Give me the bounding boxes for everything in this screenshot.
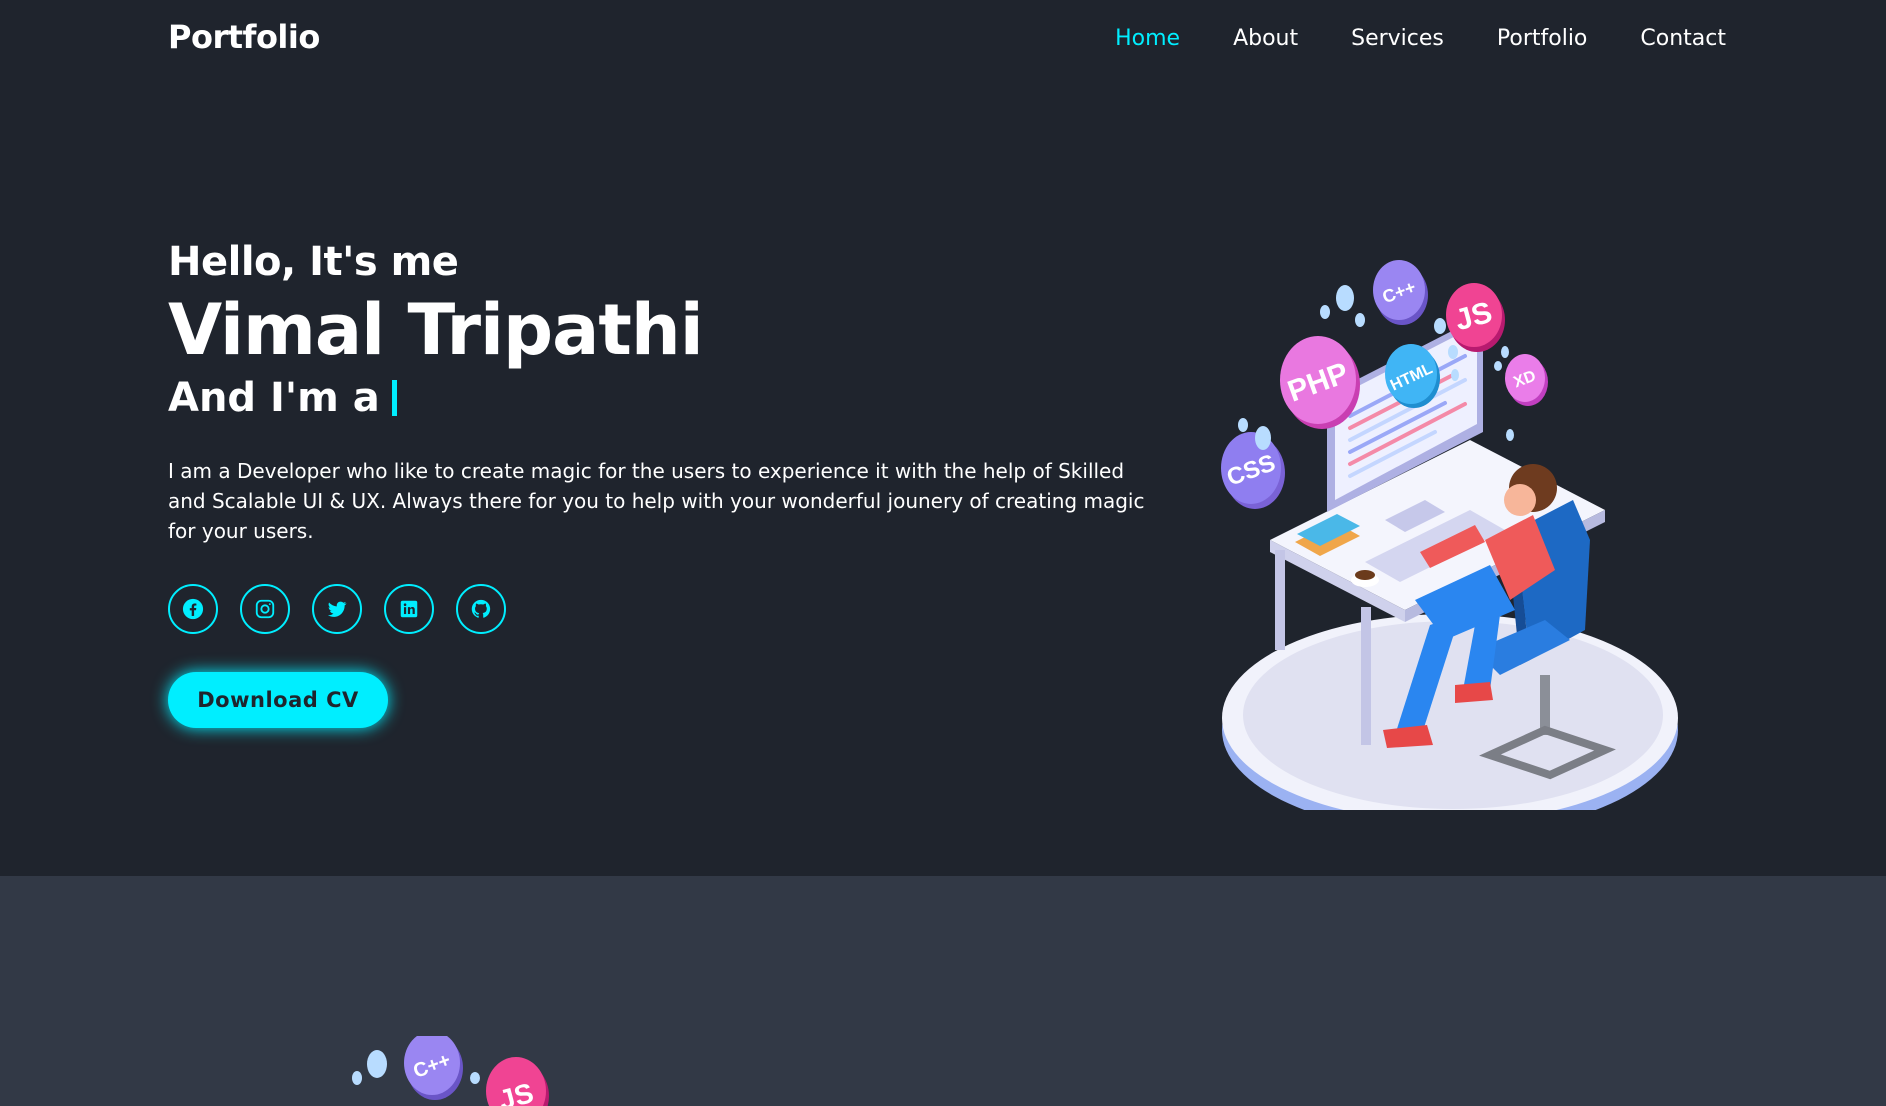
nav-contact[interactable]: Contact: [1640, 26, 1726, 52]
nav-about[interactable]: About: [1233, 26, 1298, 52]
hero-section: Hello, It's me Vimal Tripathi And I'm a …: [0, 80, 1886, 876]
site-header: Portfolio Home About Services Portfolio …: [0, 0, 1886, 80]
hero-role: And I'm a: [168, 372, 1158, 424]
nav-home[interactable]: Home: [1115, 26, 1180, 52]
github-link[interactable]: [456, 584, 506, 634]
developer-illustration: CSS PHP HTML C++ JS XD: [1221, 260, 1678, 810]
instagram-icon: [255, 599, 275, 619]
nav-services[interactable]: Services: [1351, 26, 1444, 52]
about-section: C++ JS: [0, 876, 1886, 1106]
hero-greeting: Hello, It's me: [168, 239, 459, 285]
hero-content: Hello, It's me Vimal Tripathi And I'm a …: [168, 238, 1158, 728]
download-cv-button[interactable]: Download CV: [168, 672, 388, 728]
main-nav: Home About Services Portfolio Contact: [1062, 26, 1726, 52]
linkedin-link[interactable]: [384, 584, 434, 634]
about-illustration: C++ JS: [352, 1036, 549, 1106]
twitter-icon: [327, 601, 347, 617]
nav-portfolio[interactable]: Portfolio: [1497, 26, 1588, 52]
twitter-link[interactable]: [312, 584, 362, 634]
github-icon: [471, 599, 491, 618]
hero-role-prefix: And I'm a: [168, 375, 380, 421]
social-links: [168, 584, 1158, 634]
hero-name: Vimal Tripathi: [168, 289, 704, 371]
logo[interactable]: Portfolio: [168, 18, 320, 56]
hero-description: I am a Developer who like to create magi…: [168, 459, 1145, 543]
facebook-link[interactable]: [168, 584, 218, 634]
instagram-link[interactable]: [240, 584, 290, 634]
typing-cursor: [391, 380, 397, 416]
linkedin-icon: [400, 600, 418, 618]
facebook-icon: [182, 598, 204, 620]
